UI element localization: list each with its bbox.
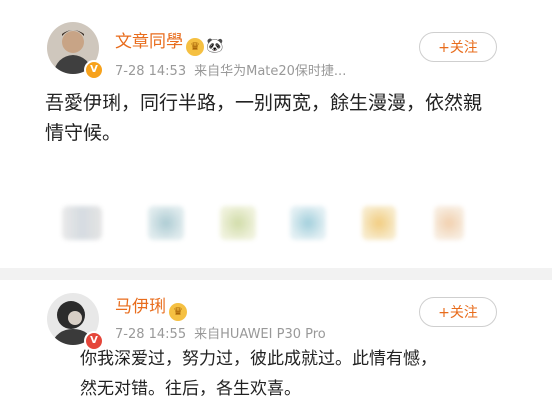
content-line: 然无对错。往后，各生欢喜。: [80, 379, 301, 399]
post-meta: 7-28 14:53 来自华为Mate20保时捷...: [115, 60, 346, 79]
content-line: 情守候。: [45, 122, 122, 144]
forward-icon[interactable]: [62, 206, 102, 240]
author-name[interactable]: 马伊琍 ♛: [115, 292, 187, 321]
gold-medal-icon: ♛: [186, 38, 204, 56]
weibo-post-2: V 马伊琍 ♛ 7-28 14:55 来自HUAWEI P30 Pro +关注 你我…: [0, 280, 552, 409]
panda-icon: 🐼: [206, 38, 224, 54]
post-source: 来自HUAWEI P30 Pro: [194, 327, 326, 342]
follow-button[interactable]: +关注: [419, 32, 497, 62]
content-line: 吾愛伊琍，同行半路，一别两宽，餘生漫漫，依然親: [45, 92, 483, 114]
follow-button[interactable]: +关注: [419, 297, 497, 327]
gold-medal-icon: ♛: [169, 303, 187, 321]
post-meta: 7-28 14:55 来自HUAWEI P30 Pro: [115, 323, 326, 342]
post-content: 你我深爱过，努力过，彼此成就过。此情有憾， 然无对错。往后，各生欢喜。: [80, 344, 500, 404]
post-content: 吾愛伊琍，同行半路，一别两宽，餘生漫漫，依然親 情守候。: [45, 88, 505, 148]
action-bar: [0, 206, 552, 242]
author-name[interactable]: 文章同學 ♛ 🐼: [115, 27, 224, 56]
verified-badge-icon: V: [84, 60, 104, 80]
post-time: 7-28 14:55: [115, 327, 187, 342]
more-icon[interactable]: [434, 206, 464, 240]
share-icon[interactable]: [290, 206, 326, 240]
comment-icon[interactable]: [148, 206, 184, 240]
weibo-post-1: V 文章同學 ♛ 🐼 7-28 14:53 来自华为Mate20保时捷... +关注 …: [0, 0, 552, 268]
post-separator: [0, 268, 552, 280]
post-time: 7-28 14:53: [115, 64, 187, 79]
post-source: 来自华为Mate20保时捷...: [194, 64, 347, 79]
bookmark-icon[interactable]: [362, 206, 396, 240]
content-line: 你我深爱过，努力过，彼此成就过。此情有憾，: [80, 349, 437, 369]
like-icon[interactable]: [220, 206, 256, 240]
